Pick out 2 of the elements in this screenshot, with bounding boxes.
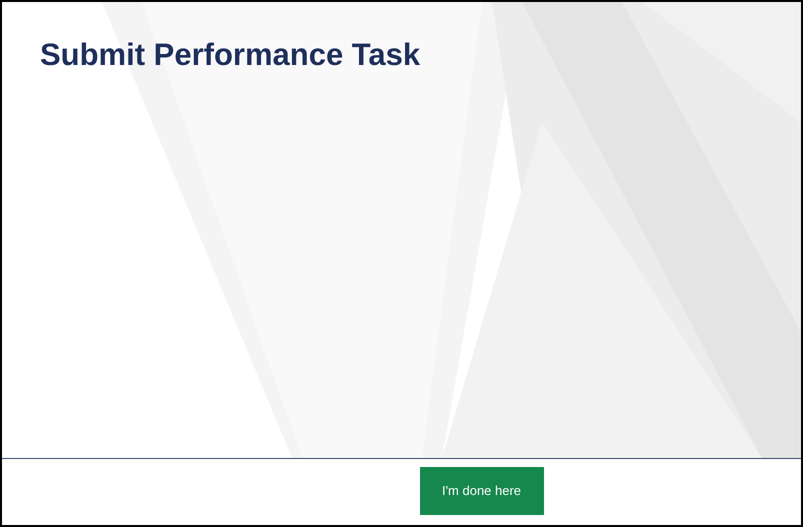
page-title: Submit Performance Task <box>40 36 420 74</box>
done-button[interactable]: I'm done here <box>420 467 544 515</box>
